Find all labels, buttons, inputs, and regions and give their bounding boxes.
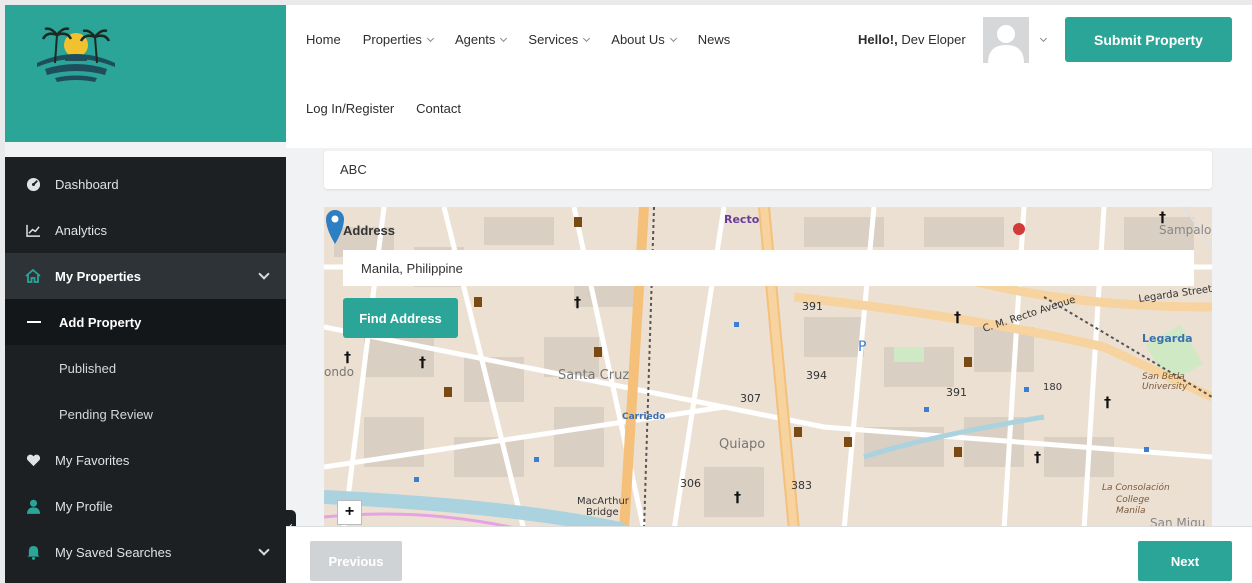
sidebar-item-label: My Saved Searches — [55, 544, 172, 560]
map-label-quiapo: Quiapo — [719, 437, 765, 452]
nav-agents[interactable]: Agents — [454, 32, 508, 47]
nav-label: News — [697, 32, 731, 47]
map-label-manila: Manila — [1116, 506, 1146, 516]
sidebar-item-my-saved-searches[interactable]: My Saved Searches — [5, 529, 286, 575]
map-label-la-consolacion: La Consolación — [1102, 482, 1170, 493]
chevron-down-icon — [669, 34, 677, 42]
sidebar-item-analytics[interactable]: Analytics — [5, 207, 286, 253]
map-label-legarda: Legarda — [1142, 332, 1193, 345]
map-label-383: 383 — [791, 479, 812, 492]
nav-label: Agents — [454, 32, 496, 47]
property-field[interactable]: ABC — [324, 151, 1212, 189]
chevron-down-icon — [258, 268, 270, 280]
nav-home[interactable]: Home — [306, 32, 341, 47]
address-input[interactable] — [343, 250, 1194, 286]
sidebar-subitem-add-property[interactable]: Add Property — [5, 299, 286, 345]
map-label-391a: 391 — [802, 300, 823, 313]
nav-about-us[interactable]: About Us — [611, 32, 677, 47]
map-label-macarthur: MacArthur — [577, 496, 630, 507]
map-label-san-beda: San Beda — [1142, 372, 1185, 382]
chevron-down-icon — [500, 34, 508, 42]
app-window: Dashboard Analytics My Properties Add Pr… — [5, 5, 1252, 583]
svg-text:†: † — [1104, 395, 1111, 411]
map-label-307: 307 — [740, 392, 761, 405]
sidebar-item-label: Published — [59, 360, 117, 376]
top-header: Home Properties Agents Services About Us… — [286, 5, 1252, 148]
svg-text:†: † — [954, 310, 961, 326]
home-icon — [25, 268, 41, 284]
map-label-306: 306 — [680, 477, 701, 490]
submit-property-button[interactable]: Submit Property — [1065, 17, 1232, 62]
map-label-391b: 391 — [946, 386, 967, 399]
user-name: Dev Eloper — [901, 32, 966, 47]
nav-services[interactable]: Services — [528, 32, 591, 47]
user-icon — [25, 498, 41, 514]
logo-panel — [5, 5, 286, 142]
next-button[interactable]: Next — [1138, 541, 1232, 581]
map-label-394: 394 — [806, 369, 827, 382]
svg-text:†: † — [1034, 450, 1041, 466]
sidebar-subitem-published[interactable]: Published — [5, 345, 286, 391]
nav-label: Properties — [362, 32, 422, 47]
heart-icon — [25, 452, 41, 468]
sidebar-item-label: Dashboard — [55, 176, 119, 192]
nav-label: Services — [528, 32, 579, 47]
svg-text:†: † — [344, 350, 351, 366]
chevron-down-icon — [583, 34, 591, 42]
sidebar-item-label: My Favorites — [55, 452, 130, 468]
map-label-180: 180 — [1043, 382, 1062, 393]
greeting-label: Hello!, — [858, 32, 898, 47]
map-label-bridge: Bridge — [586, 507, 619, 518]
find-address-button[interactable]: Find Address — [343, 298, 458, 338]
sidebar-subitem-pending-review[interactable]: Pending Review — [5, 391, 286, 437]
map-label-sampaloc: Sampaloc — [1159, 223, 1212, 237]
sidebar-item-dashboard[interactable]: Dashboard — [5, 161, 286, 207]
nav-label: About Us — [611, 32, 665, 47]
secondary-nav: Log In/Register Contact — [306, 101, 461, 116]
logo[interactable] — [27, 23, 125, 85]
chevron-down-icon[interactable] — [1039, 34, 1048, 43]
map-label-ondo: ondo — [324, 365, 354, 379]
sidebar-item-label: Pending Review — [59, 406, 153, 422]
previous-button[interactable]: Previous — [310, 541, 402, 581]
map-marker-icon[interactable] — [324, 207, 346, 245]
chevron-down-icon — [258, 544, 270, 556]
sidebar-item-label: My Properties — [55, 268, 141, 284]
sidebar-item-my-favorites[interactable]: My Favorites — [5, 437, 286, 483]
nav-login-register[interactable]: Log In/Register — [306, 101, 394, 116]
chart-icon — [25, 222, 41, 238]
map-label-university: University — [1142, 382, 1188, 392]
chevron-down-icon — [426, 34, 434, 42]
nav-news[interactable]: News — [698, 32, 731, 47]
sidebar: Dashboard Analytics My Properties Add Pr… — [5, 157, 286, 583]
sidebar-item-label: Analytics — [55, 222, 108, 238]
bell-icon — [25, 544, 41, 560]
form-footer: Previous Next — [286, 526, 1252, 583]
sidebar-item-label: Add Property — [59, 314, 142, 330]
sidebar-item-label: My Profile — [55, 498, 113, 514]
zoom-in-button[interactable]: + — [337, 500, 362, 525]
nav-properties[interactable]: Properties — [362, 32, 434, 47]
map-label-recto: Recto — [724, 213, 760, 226]
nav-label: Home — [306, 32, 341, 47]
svg-text:†: † — [574, 295, 581, 311]
dashboard-icon — [25, 176, 41, 192]
svg-text:†: † — [734, 490, 741, 506]
avatar[interactable] — [983, 17, 1029, 63]
sidebar-item-my-profile[interactable]: My Profile — [5, 483, 286, 529]
address-label: Address — [343, 223, 396, 238]
user-greeting: Hello!, Dev Eloper — [858, 32, 966, 47]
svg-text:†: † — [419, 355, 426, 371]
main-nav: Home Properties Agents Services About Us… — [306, 32, 730, 47]
sidebar-item-my-properties[interactable]: My Properties — [5, 253, 286, 299]
map-label-parking: P — [858, 339, 866, 355]
map-label-college: College — [1116, 495, 1150, 505]
map-label-carriedo: Carriedo — [622, 412, 665, 422]
active-dash-icon — [27, 321, 41, 323]
nav-contact[interactable]: Contact — [416, 101, 461, 116]
map-widget[interactable]: ††† ††† †† Recto Sampaloc Legarda Legard… — [324, 207, 1212, 530]
map-label-santa-cruz: Santa Cruz — [558, 368, 629, 383]
